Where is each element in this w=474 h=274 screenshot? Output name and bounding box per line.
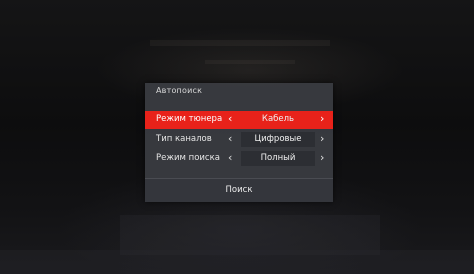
autosearch-dialog: Автопоиск Режим тюнера ‹ Кабель › Тип ка… [145, 83, 333, 202]
chevron-right-icon[interactable]: › [320, 112, 324, 126]
row-label: Режим тюнера [156, 114, 223, 124]
row-search-mode[interactable]: Режим поиска ‹ Полный › [145, 150, 333, 168]
chevron-right-icon[interactable]: › [320, 151, 324, 165]
search-mode-value: Полный [241, 151, 315, 166]
chevron-left-icon[interactable]: ‹ [228, 132, 232, 146]
row-channel-type[interactable]: Тип каналов ‹ Цифровые › [145, 131, 333, 149]
chevron-left-icon[interactable]: ‹ [228, 151, 232, 165]
row-tuner-mode[interactable]: Режим тюнера ‹ Кабель › [145, 111, 333, 129]
tuner-mode-value: Кабель [261, 114, 295, 124]
channel-type-value: Цифровые [241, 132, 315, 147]
chevron-right-icon[interactable]: › [320, 132, 324, 146]
tv-screen: Автопоиск Режим тюнера ‹ Кабель › Тип ка… [0, 0, 474, 274]
row-label: Режим поиска [156, 153, 220, 163]
chevron-left-icon[interactable]: ‹ [228, 112, 232, 126]
search-button[interactable]: Поиск [145, 179, 333, 202]
dialog-title: Автопоиск [156, 86, 203, 95]
row-label: Тип каналов [156, 134, 212, 144]
